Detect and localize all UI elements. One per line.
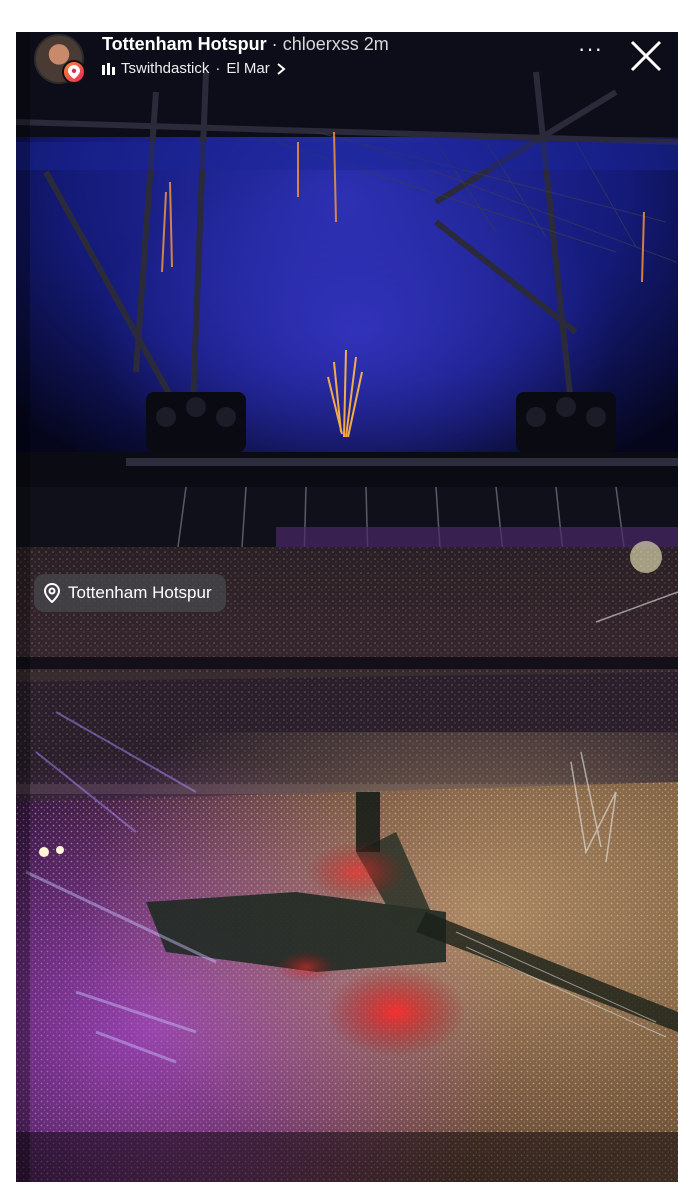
account-name[interactable]: Tottenham Hotspur bbox=[102, 34, 267, 54]
close-icon[interactable] bbox=[628, 38, 664, 74]
location-pin-icon bbox=[62, 60, 86, 84]
story-title: Tottenham Hotspur · chloerxss 2m bbox=[102, 34, 389, 55]
music-track: Tswithdastick bbox=[121, 60, 210, 77]
music-artist: El Mar bbox=[226, 60, 270, 77]
chevron-right-icon bbox=[277, 62, 286, 75]
story-viewer[interactable]: Tottenham Hotspur · chloerxss 2m Tswithd… bbox=[16, 32, 678, 1182]
more-options-button[interactable]: ··· bbox=[578, 38, 603, 60]
audio-bars-icon bbox=[102, 62, 115, 75]
location-sticker-label: Tottenham Hotspur bbox=[68, 583, 212, 602]
separator: · bbox=[271, 34, 278, 54]
location-sticker[interactable]: Tottenham Hotspur bbox=[34, 574, 226, 612]
music-separator: · bbox=[215, 60, 221, 77]
username[interactable]: chloerxss bbox=[283, 34, 359, 54]
story-header: Tottenham Hotspur · chloerxss 2m Tswithd… bbox=[16, 32, 678, 96]
location-pin-icon bbox=[44, 583, 60, 603]
music-attribution[interactable]: Tswithdastick · El Mar bbox=[102, 60, 286, 77]
time-ago: 2m bbox=[363, 34, 389, 54]
